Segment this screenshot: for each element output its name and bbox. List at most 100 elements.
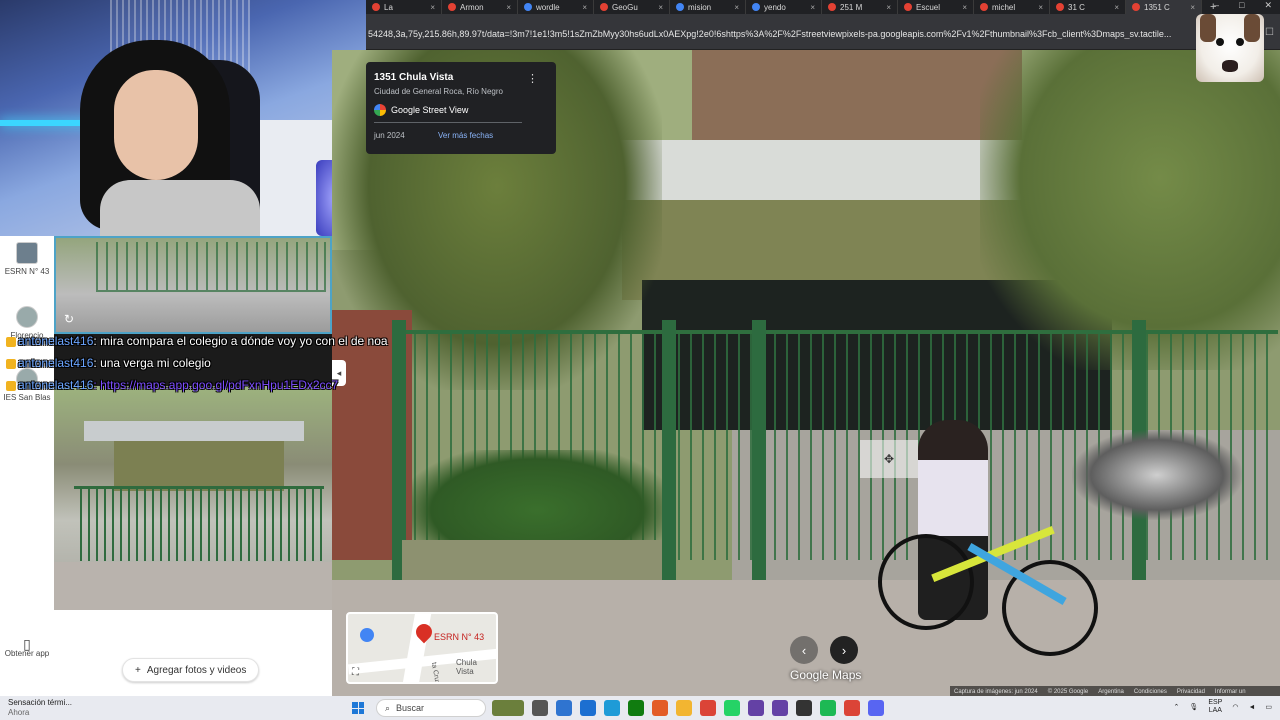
tab-1[interactable]: Armon × — [442, 0, 518, 14]
place-thumbnail — [16, 306, 38, 328]
badge-icon — [6, 336, 16, 347]
close-icon[interactable]: × — [962, 3, 967, 12]
street-view-thumbnail[interactable]: ↻ — [54, 236, 332, 334]
bookmark-icon[interactable]: ☐ — [1265, 27, 1274, 38]
chrome-icon[interactable] — [700, 700, 716, 716]
volume-icon[interactable]: ◄ — [1248, 704, 1255, 711]
close-icon[interactable]: × — [1114, 3, 1119, 12]
store-icon[interactable] — [580, 700, 596, 716]
minimap[interactable]: ESRN N° 43 Chula Vista ta Cruz ⛶ — [346, 612, 498, 684]
battery-icon[interactable]: ▭ — [1265, 703, 1272, 711]
arrow-right-icon[interactable]: › — [830, 636, 858, 664]
get-app-button[interactable]: ▯ Obtener app — [0, 636, 54, 658]
twitch-icon[interactable] — [748, 700, 764, 716]
add-photos-button[interactable]: + Agregar fotos y videos — [122, 658, 260, 682]
tab-0[interactable]: La × — [366, 0, 442, 14]
url-text[interactable]: 54248,3a,75y,215.86h,89.97t/data=!3m7!1e… — [368, 29, 1188, 39]
tab-4[interactable]: mision × — [670, 0, 746, 14]
pinned-apps — [492, 700, 884, 716]
city-label: Ciudad de General Roca, Río Negro — [374, 87, 503, 96]
rotate-icon[interactable]: ↻ — [64, 312, 74, 326]
terms-link[interactable]: Condiciones — [1134, 689, 1167, 695]
window-controls: – □ ✕ — [1214, 0, 1272, 11]
dog-avatar — [1196, 14, 1264, 82]
motorcycle — [1072, 430, 1242, 520]
tab-6[interactable]: 251 M × — [822, 0, 898, 14]
spotify-icon[interactable] — [820, 700, 836, 716]
stream-chat: antonelast416: mira compara el colegio a… — [0, 334, 410, 404]
location-info-card: 1351 Chula Vista ⋮ Ciudad de General Roc… — [366, 62, 556, 154]
wifi-icon[interactable]: ◠ — [1232, 703, 1238, 711]
fence-post — [662, 320, 676, 580]
chrome-icon[interactable] — [844, 700, 860, 716]
microphone-icon[interactable]: 🎙 — [1189, 703, 1198, 711]
tab-7[interactable]: Escuel × — [898, 0, 974, 14]
close-icon[interactable]: × — [430, 3, 435, 12]
folder-icon[interactable] — [676, 700, 692, 716]
whatsapp-icon[interactable] — [724, 700, 740, 716]
app-icon[interactable] — [772, 700, 788, 716]
taskbar-search[interactable]: ⌕ Buscar — [376, 699, 486, 717]
close-icon[interactable]: × — [1038, 3, 1043, 12]
tab-favicon — [752, 3, 760, 11]
thumbnail-wall — [114, 441, 284, 491]
close-icon[interactable]: × — [506, 3, 511, 12]
tree-right — [980, 50, 1280, 370]
plus-icon: + — [135, 664, 141, 676]
close-icon[interactable]: × — [582, 3, 587, 12]
chevron-up-icon[interactable]: ⌃ — [1174, 703, 1180, 711]
panel-footer: + Agregar fotos y videos — [54, 610, 332, 696]
tab-favicon — [904, 3, 912, 11]
tab-favicon — [448, 3, 456, 11]
weather-widget[interactable]: Sensación térmi... Ahora — [8, 698, 72, 718]
close-icon[interactable]: × — [810, 3, 815, 12]
expand-icon[interactable]: ⛶ — [352, 667, 359, 678]
close-icon[interactable]: × — [734, 3, 739, 12]
dog-ear — [1244, 14, 1260, 42]
app-icon[interactable] — [796, 700, 812, 716]
arrow-left-icon[interactable]: ‹ — [790, 636, 818, 664]
country-link[interactable]: Argentina — [1098, 689, 1124, 695]
edge-icon[interactable] — [604, 700, 620, 716]
tab-9[interactable]: 31 C × — [1050, 0, 1126, 14]
rail-item-esrn[interactable]: ESRN N° 43 — [0, 242, 54, 276]
app-icon[interactable] — [652, 700, 668, 716]
photo-thumbnail[interactable] — [54, 386, 332, 610]
google-maps-logo: Google Maps — [790, 668, 862, 682]
tab-3[interactable]: GeoGu × — [594, 0, 670, 14]
attribution-bar: Captura de imágenes: jun 2024 © 2025 Goo… — [950, 686, 1280, 696]
move-cursor-icon[interactable]: ✥ — [860, 440, 918, 478]
xbox-icon[interactable] — [628, 700, 644, 716]
task-view-icon[interactable] — [532, 700, 548, 716]
close-window-icon[interactable]: ✕ — [1264, 0, 1272, 11]
minimize-icon[interactable]: – — [1214, 0, 1219, 11]
tab-2[interactable]: wordle × — [518, 0, 594, 14]
report-link[interactable]: Informar un — [1215, 689, 1246, 695]
language-indicator[interactable]: ESP LAA — [1208, 699, 1222, 715]
street-label: Chula Vista — [456, 658, 477, 676]
more-options-icon[interactable]: ⋮ — [527, 72, 538, 85]
tab-8[interactable]: michel × — [974, 0, 1050, 14]
maximize-icon[interactable]: □ — [1239, 0, 1244, 11]
widget-icon[interactable] — [492, 700, 524, 716]
tab-favicon — [828, 3, 836, 11]
app-icon[interactable] — [556, 700, 572, 716]
system-tray: ⌃ 🎙 ESP LAA ◠ ◄ ▭ — [1174, 699, 1272, 715]
tab-favicon — [524, 3, 532, 11]
close-icon[interactable]: × — [1190, 3, 1195, 12]
tab-5[interactable]: yendo × — [746, 0, 822, 14]
windows-start-icon[interactable] — [352, 702, 364, 714]
tab-10[interactable]: 1351 C × — [1126, 0, 1202, 14]
thumbnail-gate — [96, 242, 326, 292]
source-label: Google Street View — [374, 104, 468, 116]
phone-icon: ▯ — [23, 636, 31, 652]
divider — [374, 122, 522, 123]
more-dates-link[interactable]: Ver más fechas — [438, 131, 493, 140]
privacy-link[interactable]: Privacidad — [1177, 689, 1205, 695]
tab-favicon — [600, 3, 608, 11]
browser-tab-strip: La × Armon × wordle × GeoGu × mision × yendo ×… — [366, 0, 1280, 14]
discord-icon[interactable] — [868, 700, 884, 716]
close-icon[interactable]: × — [658, 3, 663, 12]
close-icon[interactable]: × — [886, 3, 891, 12]
transit-icon — [360, 628, 374, 642]
